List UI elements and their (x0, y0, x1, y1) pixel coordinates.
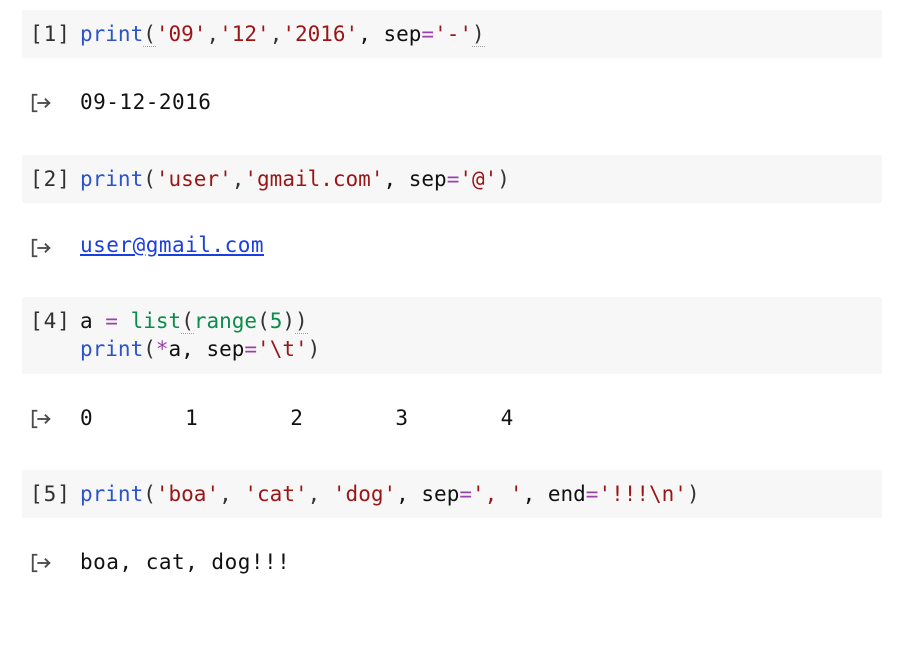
notebook-cell: [1]print('09','12','2016', sep='-') 09-12… (22, 10, 882, 147)
notebook-cell: [4]a = list(range(5)) print(*a, sep='\t'… (22, 297, 882, 462)
output-text: boa, cat, dog!!! (80, 548, 290, 576)
notebook-cells: [1]print('09','12','2016', sep='-') 09-12… (22, 10, 882, 607)
output-link[interactable]: user@gmail.com (80, 233, 264, 257)
input-prompt: [1] (30, 20, 80, 46)
code-content[interactable]: print('boa', 'cat', 'dog', sep=', ', end… (80, 480, 700, 508)
output-icon (30, 404, 80, 430)
code-cell-output: boa, cat, dog!!! (22, 538, 882, 586)
code-content[interactable]: a = list(range(5)) print(*a, sep='\t') (80, 307, 320, 364)
code-content[interactable]: print('user','gmail.com', sep='@') (80, 165, 510, 193)
code-content[interactable]: print('09','12','2016', sep='-') (80, 20, 485, 48)
code-cell-input[interactable]: [2]print('user','gmail.com', sep='@') (22, 155, 882, 203)
output-icon (30, 88, 80, 114)
code-cell-input[interactable]: [4]a = list(range(5)) print(*a, sep='\t'… (22, 297, 882, 374)
output-icon (30, 233, 80, 259)
notebook-cell: [5]print('boa', 'cat', 'dog', sep=', ', … (22, 470, 882, 607)
code-cell-output: 09-12-2016 (22, 78, 882, 126)
input-prompt: [2] (30, 165, 80, 191)
notebook-cell: [2]print('user','gmail.com', sep='@') use… (22, 155, 882, 289)
output-icon (30, 548, 80, 574)
output-text: 09-12-2016 (80, 88, 211, 116)
output-text: 0 1 2 3 4 (80, 404, 514, 432)
input-prompt: [5] (30, 480, 80, 506)
code-cell-output: user@gmail.com (22, 223, 882, 269)
code-cell-input[interactable]: [1]print('09','12','2016', sep='-') (22, 10, 882, 58)
code-cell-output: 0 1 2 3 4 (22, 394, 882, 442)
input-prompt: [4] (30, 307, 80, 333)
code-cell-input[interactable]: [5]print('boa', 'cat', 'dog', sep=', ', … (22, 470, 882, 518)
